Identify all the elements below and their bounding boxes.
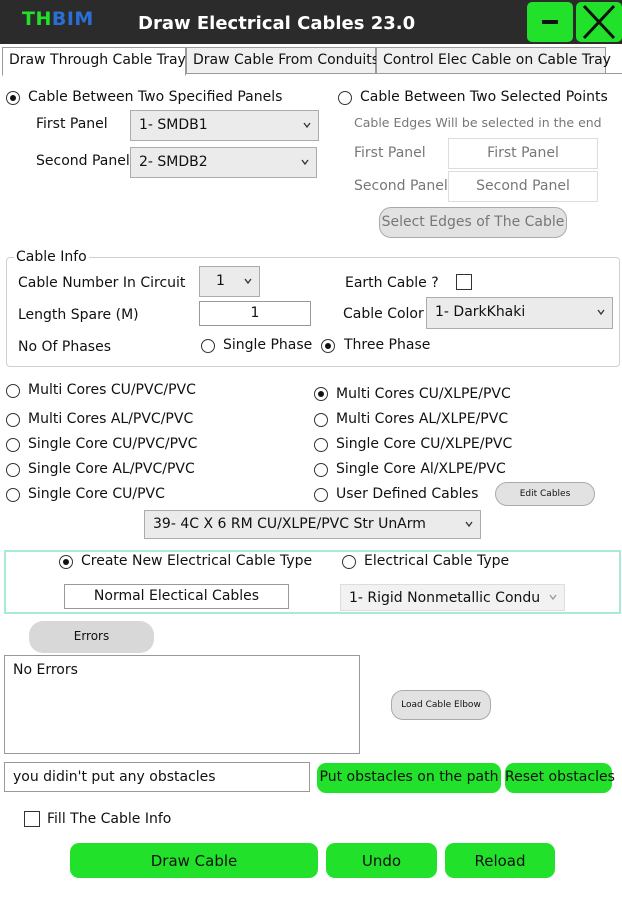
radio-cable-type-right-5[interactable] <box>314 488 328 502</box>
cable-type-label: Single Core CU/PVC <box>28 486 165 502</box>
length-spare-input[interactable]: 1 <box>199 301 311 326</box>
reset-obstacles-button[interactable]: Reset obstacles <box>505 763 615 793</box>
cable-type-label: Multi Cores AL/XLPE/PVC <box>336 411 509 427</box>
first-panel-field[interactable]: First Panel <box>448 138 598 169</box>
undo-button[interactable]: Undo <box>326 843 437 878</box>
radio-create-new-type[interactable] <box>59 555 73 569</box>
existing-type-select[interactable]: 1- Rigid Nonmetallic Conduit <box>340 584 565 611</box>
cable-type-label: Multi Cores CU/XLPE/PVC <box>336 386 511 402</box>
label-create-new-type: Create New Electrical Cable Type <box>81 553 313 569</box>
label-second-panel-right: Second Panel <box>354 178 448 194</box>
label-cable-number: Cable Number In Circuit <box>18 275 186 291</box>
earth-cable-checkbox[interactable] <box>456 274 472 290</box>
label-cable-color: Cable Color <box>343 306 424 322</box>
radio-cable-type-right-3[interactable] <box>314 438 328 452</box>
tab-divider <box>186 73 622 74</box>
edit-cables-button[interactable]: Edit Cables <box>495 482 595 506</box>
label-three-phase: Three Phase <box>344 337 431 353</box>
radio-three-phase[interactable] <box>321 339 335 353</box>
label-first-panel-right: First Panel <box>354 145 426 161</box>
logo-part-bim: BIM <box>51 8 94 30</box>
first-panel-value: 1- SMDB1 <box>139 117 208 133</box>
label-single-phase: Single Phase <box>223 337 313 353</box>
chevron-down-icon <box>465 521 473 527</box>
cable-size-select[interactable]: 39- 4C X 6 RM CU/XLPE/PVC Str UnArm <box>144 510 481 539</box>
cable-number-select[interactable]: 1 <box>199 266 260 297</box>
radio-cable-type-right-1[interactable] <box>314 387 328 401</box>
chevron-down-icon <box>597 309 605 316</box>
errors-textbox[interactable]: No Errors <box>4 655 360 754</box>
radio-cable-type-left-5[interactable] <box>6 488 20 502</box>
load-cable-elbow-button[interactable]: Load Cable Elbow <box>391 690 491 720</box>
minimize-icon <box>542 20 558 24</box>
minimize-button[interactable] <box>527 2 573 42</box>
second-panel-select[interactable]: 2- SMDB2 <box>130 147 317 178</box>
label-earth-cable: Earth Cable ? <box>345 275 439 291</box>
radio-specified-panels[interactable] <box>6 91 20 105</box>
chevron-down-icon <box>301 159 309 165</box>
label-fill-cable-info: Fill The Cable Info <box>47 811 172 827</box>
new-type-name-input[interactable]: Normal Electical Cables <box>64 584 289 609</box>
label-first-panel: First Panel <box>36 116 108 132</box>
second-panel-value: 2- SMDB2 <box>139 154 208 170</box>
tab-draw-cable-from-conduits[interactable]: Draw Cable From Conduits <box>186 47 379 74</box>
cable-number-value: 1 <box>216 273 225 289</box>
window-title: Draw Electrical Cables 23.0 <box>138 13 416 34</box>
cable-color-select[interactable]: 1- DarkKhaki <box>426 297 613 329</box>
label-second-panel: Second Panel <box>36 153 130 169</box>
cable-size-value: 39- 4C X 6 RM CU/XLPE/PVC Str UnArm <box>153 516 426 532</box>
put-obstacles-button[interactable]: Put obstacles on the path <box>317 763 501 793</box>
obstacles-status-field[interactable]: you didin't put any obstacles <box>4 762 310 792</box>
logo-part-th: TH <box>22 8 52 30</box>
edges-note: Cable Edges Will be selected in the end <box>354 115 602 130</box>
radio-selected-points[interactable] <box>338 91 352 105</box>
radio-existing-type[interactable] <box>342 555 356 569</box>
thbim-logo: THBIM <box>22 8 94 30</box>
cable-type-label: Single Core Al/XLPE/PVC <box>336 461 506 477</box>
tab-control-elec-cable[interactable]: Control Elec Cable on Cable Tray <box>376 47 611 74</box>
radio-cable-type-left-1[interactable] <box>6 384 20 398</box>
cable-info-title: Cable Info <box>14 249 89 265</box>
draw-cable-button[interactable]: Draw Cable <box>70 843 318 878</box>
cable-color-value: 1- DarkKhaki <box>435 304 526 320</box>
second-panel-field[interactable]: Second Panel <box>448 171 598 202</box>
radio-cable-type-left-2[interactable] <box>6 413 20 427</box>
cable-type-label: Multi Cores CU/PVC/PVC <box>28 382 196 398</box>
label-phases: No Of Phases <box>18 339 111 355</box>
cable-type-label: Single Core AL/PVC/PVC <box>28 461 195 477</box>
reload-button[interactable]: Reload <box>445 843 555 878</box>
cable-type-label: Multi Cores AL/PVC/PVC <box>28 411 194 427</box>
label-specified-panels: Cable Between Two Specified Panels <box>28 89 283 105</box>
tab-draw-through-cable-tray[interactable]: Draw Through Cable Tray <box>2 47 186 76</box>
cable-type-label: Single Core CU/PVC/PVC <box>28 436 198 452</box>
fill-cable-info-checkbox[interactable] <box>24 811 40 827</box>
cable-type-label: User Defined Cables <box>336 486 479 502</box>
errors-button[interactable]: Errors <box>29 621 154 653</box>
label-selected-points: Cable Between Two Selected Points <box>360 89 608 105</box>
radio-cable-type-right-2[interactable] <box>314 413 328 427</box>
close-button[interactable] <box>576 2 622 42</box>
existing-type-value: 1- Rigid Nonmetallic Conduit <box>349 590 541 606</box>
label-length-spare: Length Spare (M) <box>18 307 139 323</box>
select-edges-button[interactable]: Select Edges of The Cable <box>379 207 567 238</box>
first-panel-select[interactable]: 1- SMDB1 <box>130 110 319 141</box>
chevron-down-icon <box>303 122 311 128</box>
chevron-down-icon <box>244 278 252 284</box>
radio-cable-type-left-4[interactable] <box>6 463 20 477</box>
radio-cable-type-left-3[interactable] <box>6 438 20 452</box>
radio-single-phase[interactable] <box>201 339 215 353</box>
chevron-down-icon <box>549 594 557 600</box>
radio-cable-type-right-4[interactable] <box>314 463 328 477</box>
close-icon <box>582 4 616 40</box>
label-existing-type: Electrical Cable Type <box>364 553 510 569</box>
cable-type-label: Single Core CU/XLPE/PVC <box>336 436 513 452</box>
